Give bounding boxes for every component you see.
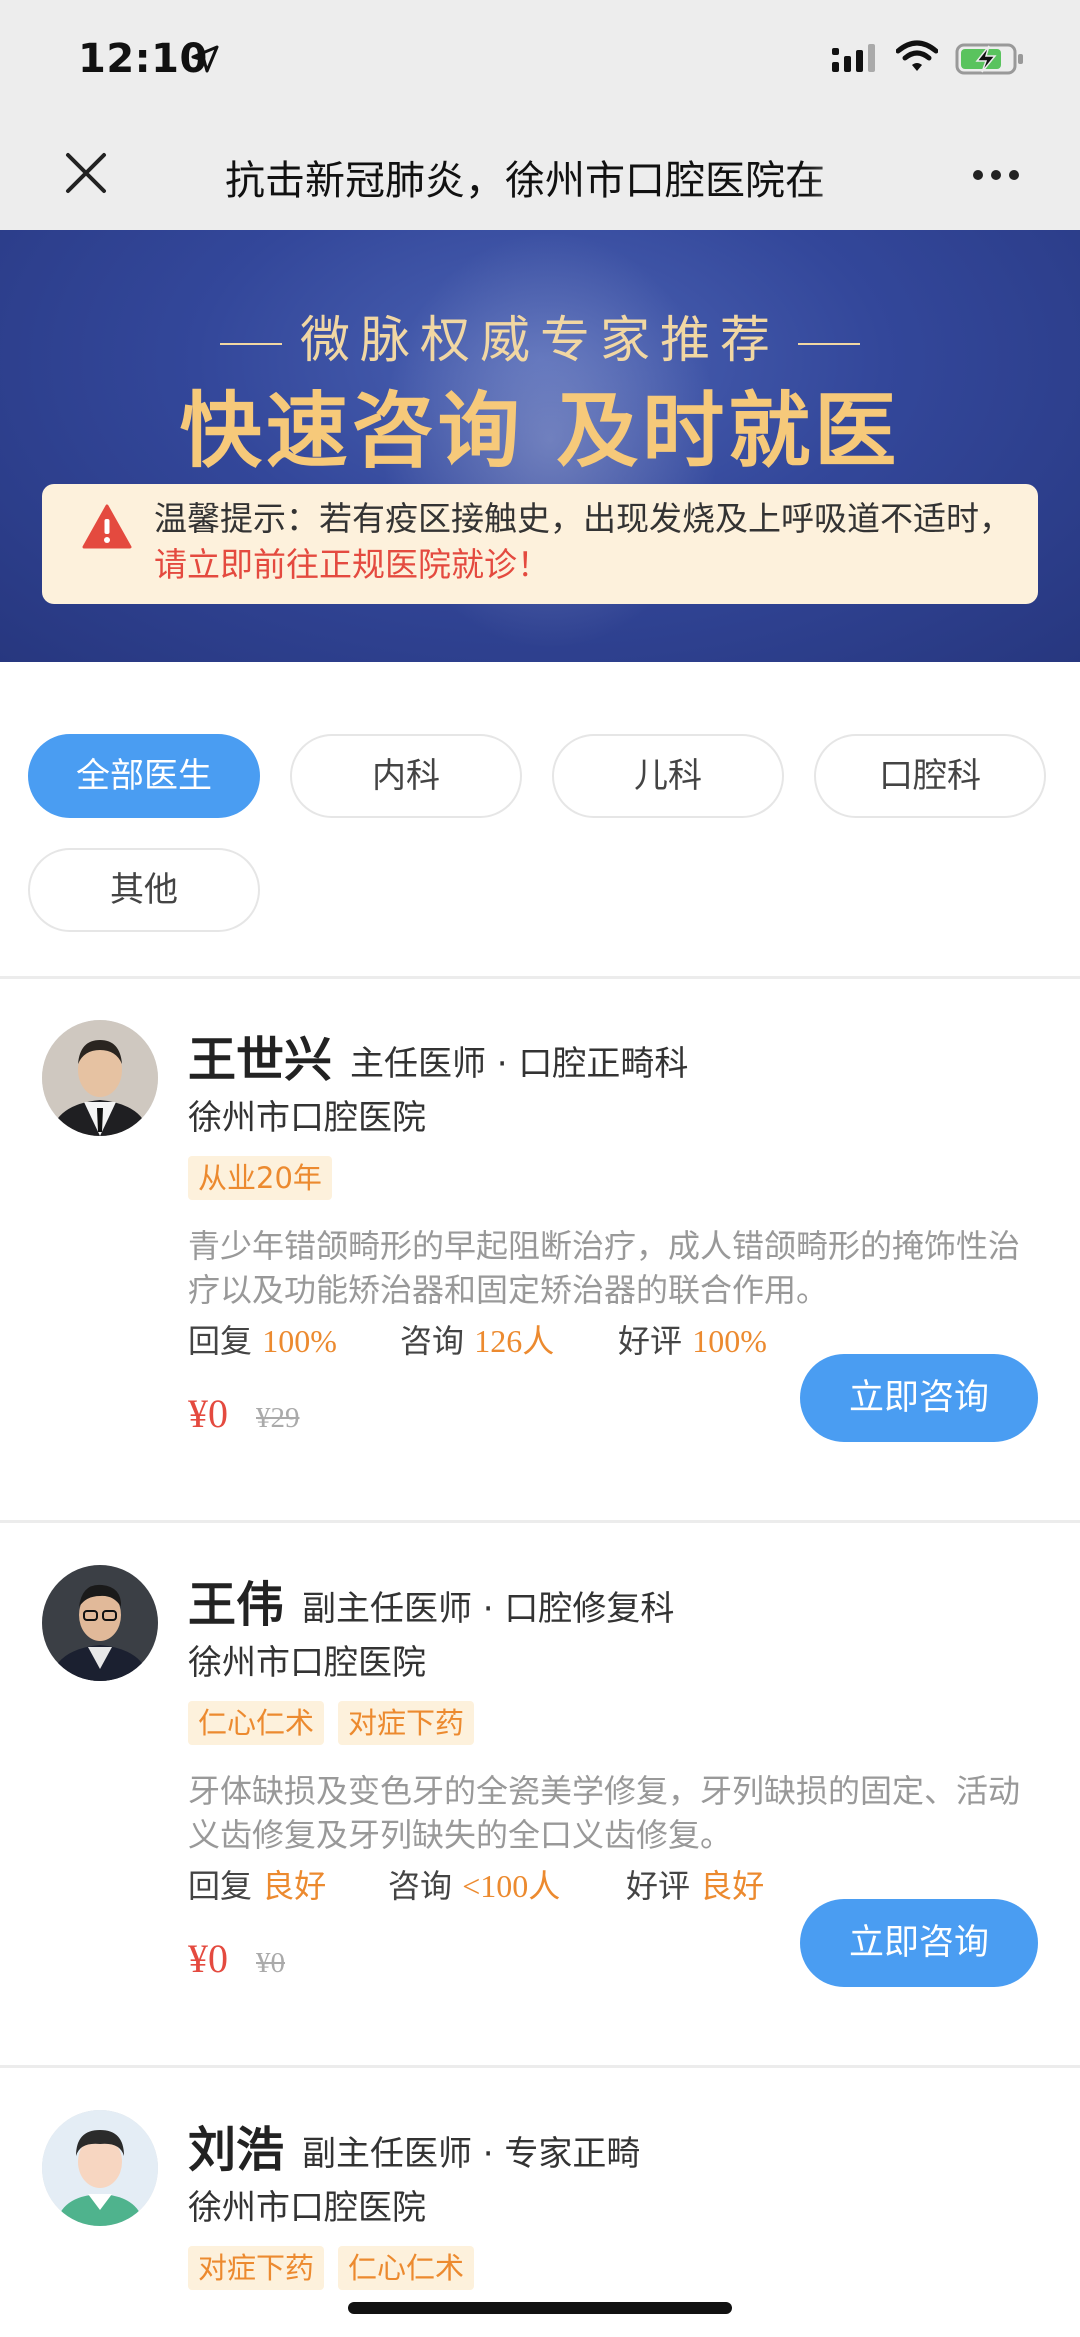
doctor-card[interactable]: 刘浩 副主任医师 · 专家正畸 徐州市口腔医院 对症下药 仁心仁术 (0, 2070, 1080, 2337)
divider (0, 2065, 1080, 2068)
original-price: ¥0 (256, 1947, 285, 1979)
banner-headline: 快速咨询 及时就医 (179, 384, 901, 479)
rating-label: 好评 (618, 1322, 683, 1360)
reply-label: 回复 (188, 1867, 253, 1905)
filter-internal-medicine[interactable]: 内科 (290, 734, 522, 818)
notice-text: 温馨提示：若有疫区接触史，出现发烧及上呼吸道不适时， 请立即前往正规医院就诊！ (154, 496, 1014, 588)
doctor-title: 副主任医师 · 专家正畸 (302, 2134, 641, 2174)
filter-all-doctors[interactable]: 全部医生 (28, 734, 260, 818)
rating-label: 好评 (626, 1867, 691, 1905)
page-title: 抗击新冠肺炎，徐州市口腔医院在 (225, 158, 825, 204)
current-price: ¥0 (188, 1936, 228, 1981)
department-filters: 全部医生 内科 儿科 口腔科 其他 (0, 662, 1080, 978)
close-icon[interactable] (60, 147, 112, 199)
reply-label: 回复 (188, 1322, 253, 1360)
doctor-tags: 从业20年 (188, 1156, 346, 1200)
reply-stat: 回复 100% (188, 1316, 337, 1362)
divider (0, 1520, 1080, 1523)
doctor-tags: 对症下药 仁心仁术 (188, 2246, 488, 2290)
doctor-hospital: 徐州市口腔医院 (188, 1643, 426, 1683)
doctor-tag: 从业20年 (188, 1156, 332, 1200)
doctor-card[interactable]: 王伟 副主任医师 · 口腔修复科 徐州市口腔医院 仁心仁术 对症下药 牙体缺损及变… (0, 1525, 1080, 2067)
consult-value: 126人 (474, 1323, 555, 1359)
doctor-tag: 仁心仁术 (188, 1701, 325, 1745)
wifi-icon (896, 40, 938, 71)
reply-value: 良好 (262, 1868, 327, 1904)
consult-now-button[interactable]: 立即咨询 (800, 1354, 1038, 1442)
status-time: 12:10 (78, 36, 208, 82)
doctor-tag: 对症下药 (338, 1701, 475, 1745)
current-price: ¥0 (188, 1391, 228, 1436)
notice-prefix: 温馨提示：若有疫区接触史，出现发烧及上呼吸道不适时， (154, 499, 1012, 538)
home-indicator[interactable] (348, 2302, 732, 2314)
doctor-title: 副主任医师 · 口腔修复科 (302, 1589, 675, 1629)
doctor-avatar (42, 1020, 158, 1136)
warning-icon (82, 504, 132, 549)
cellular-signal-icon (832, 44, 875, 72)
doctor-description: 牙体缺损及变色牙的全瓷美学修复，牙列缺损的固定、活动义齿修复及牙列缺失的全口义齿… (188, 1772, 1021, 1854)
filter-pediatrics[interactable]: 儿科 (552, 734, 784, 818)
reply-value: 100% (262, 1323, 337, 1359)
consult-stat: 咨询 126人 (400, 1316, 554, 1362)
rating-stat: 好评 良好 (626, 1861, 764, 1907)
nav-bar: 抗击新冠肺炎，徐州市口腔医院在 (0, 120, 1080, 230)
filter-other[interactable]: 其他 (28, 848, 260, 932)
rating-value: 良好 (700, 1868, 765, 1904)
doctor-description: 青少年错颌畸形的早起阻断治疗，成人错颌畸形的掩饰性治疗以及功能矫治器和固定矫治器… (188, 1227, 1021, 1309)
doctor-name: 王伟 (188, 1577, 285, 1633)
doctor-title: 主任医师 · 口腔正畸科 (350, 1044, 689, 1084)
more-options-icon[interactable] (970, 160, 1022, 190)
doctor-tags: 仁心仁术 对症下药 (188, 1701, 488, 1745)
doctor-card[interactable]: 王世兴 主任医师 · 口腔正畸科 徐州市口腔医院 从业20年 青少年错颌畸形的早… (0, 980, 1080, 1522)
consult-label: 咨询 (388, 1867, 453, 1905)
doctor-hospital: 徐州市口腔医院 (188, 2188, 426, 2228)
consult-value: <100人 (462, 1868, 561, 1904)
status-bar: 12:10 (0, 0, 1080, 120)
original-price: ¥29 (256, 1402, 300, 1434)
consult-now-button[interactable]: 立即咨询 (800, 1899, 1038, 1987)
doctor-tag: 对症下药 (188, 2246, 325, 2290)
doctor-avatar (42, 1565, 158, 1681)
doctor-avatar (42, 2110, 158, 2226)
promo-banner: 微脉权威专家推荐 快速咨询 及时就医 温馨提示：若有疫区接触史，出现发烧及上呼吸… (0, 230, 1080, 662)
location-arrow-icon (191, 45, 219, 73)
doctor-hospital: 徐州市口腔医院 (188, 1098, 426, 1138)
banner-subtitle-text: 微脉权威专家推荐 (300, 311, 780, 369)
divider (0, 976, 1080, 979)
consult-label: 咨询 (400, 1322, 465, 1360)
doctor-tag: 仁心仁术 (338, 2246, 475, 2290)
notice-box: 温馨提示：若有疫区接触史，出现发烧及上呼吸道不适时， 请立即前往正规医院就诊！ (42, 484, 1038, 604)
rating-value: 100% (692, 1323, 767, 1359)
banner-subtitle: 微脉权威专家推荐 (0, 300, 1080, 372)
consult-stat: 咨询 <100人 (388, 1861, 560, 1907)
doctor-name: 王世兴 (188, 1032, 333, 1088)
rating-stat: 好评 100% (618, 1316, 767, 1362)
reply-stat: 回复 良好 (188, 1861, 326, 1907)
notice-highlight: 请立即前往正规医院就诊！ (154, 545, 550, 584)
doctor-name: 刘浩 (188, 2122, 285, 2178)
battery-charging-icon (955, 43, 1023, 75)
filter-stomatology[interactable]: 口腔科 (814, 734, 1046, 818)
